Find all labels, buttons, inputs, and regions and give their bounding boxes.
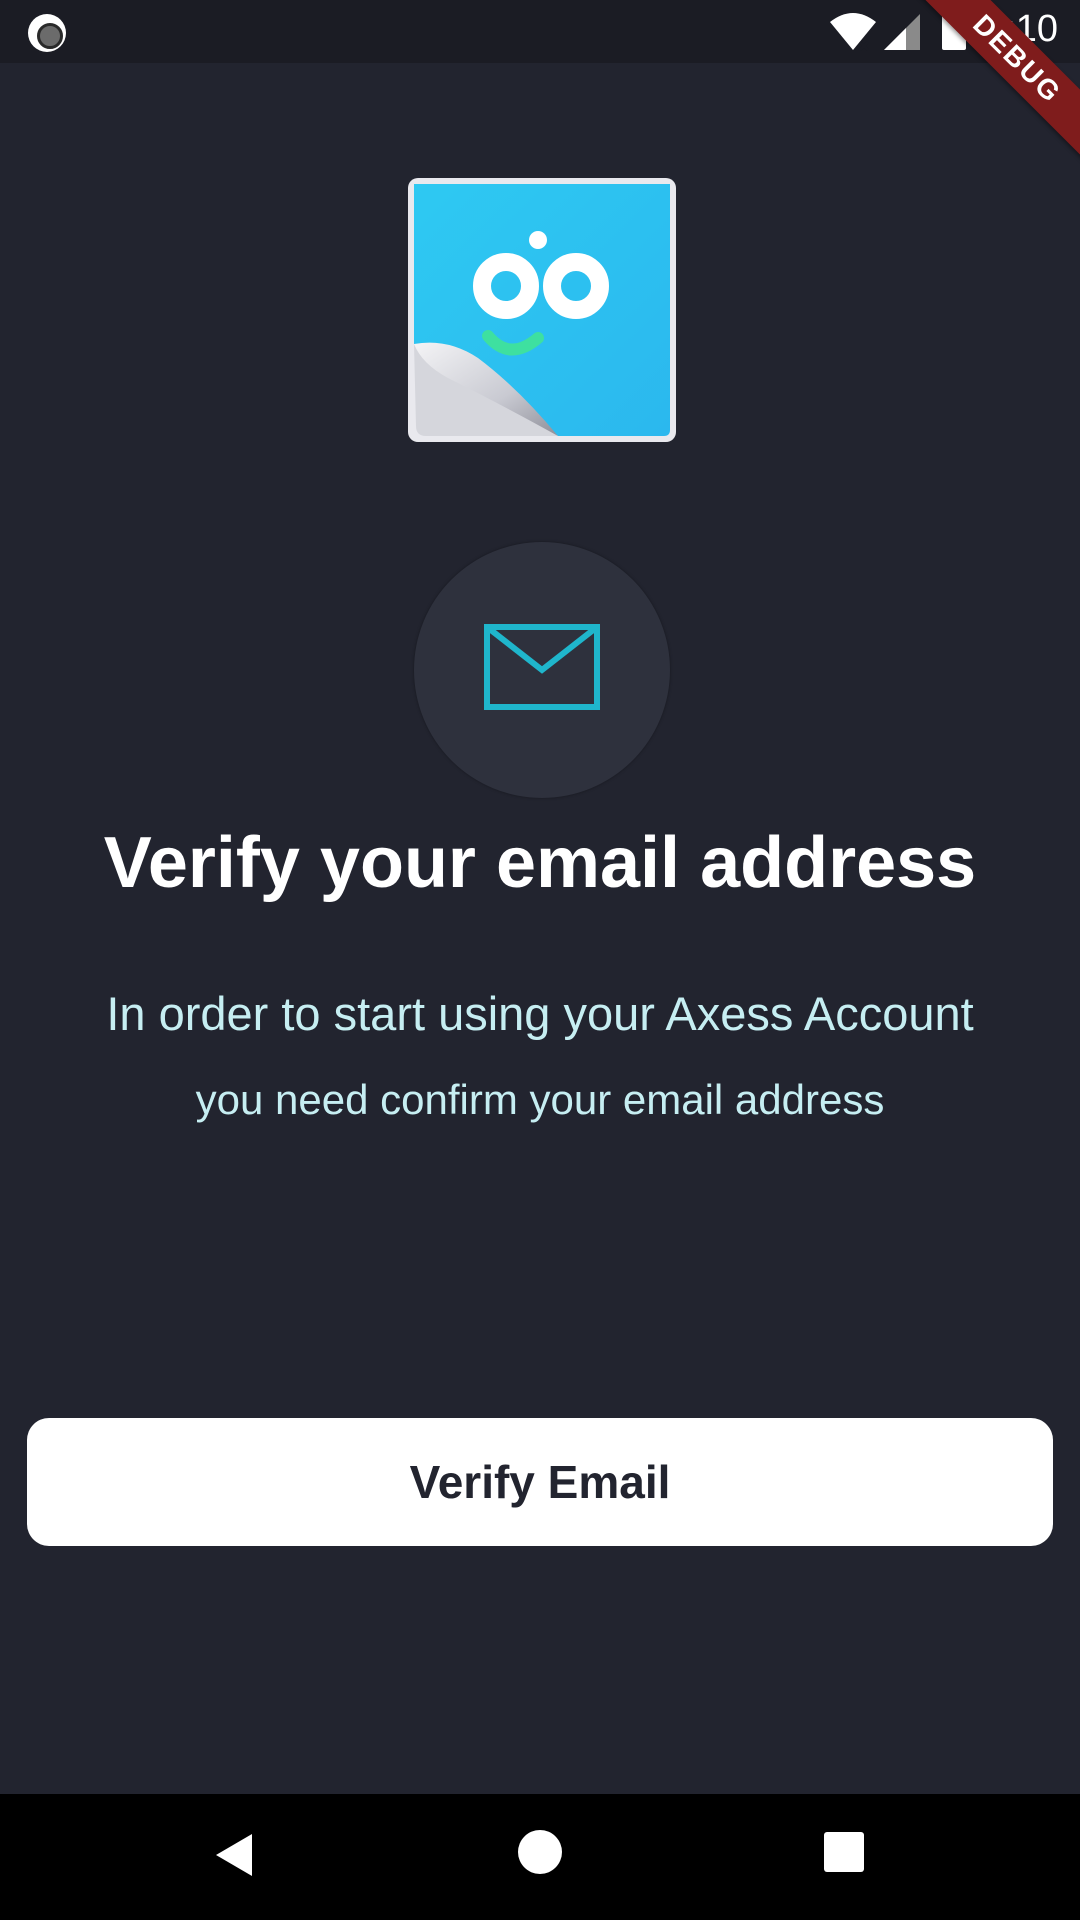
system-nav-bar <box>0 1794 1080 1920</box>
app-logo-icon <box>408 178 676 442</box>
back-icon[interactable] <box>214 1832 254 1878</box>
home-icon[interactable] <box>518 1830 562 1874</box>
mail-icon <box>484 624 600 710</box>
description-line-2: you need confirm your email address <box>195 1076 885 1123</box>
record-icon <box>28 14 66 52</box>
page-title: Verify your email address <box>103 823 977 903</box>
recents-icon[interactable] <box>824 1832 864 1872</box>
status-bar: 6:10 <box>0 0 1080 63</box>
verify-email-button[interactable]: Verify Email <box>27 1418 1053 1546</box>
wifi-icon <box>830 13 876 52</box>
description-line-1: In order to start using your Axess Accou… <box>106 987 974 1040</box>
signal-icon <box>884 14 920 50</box>
mail-badge <box>414 542 670 798</box>
